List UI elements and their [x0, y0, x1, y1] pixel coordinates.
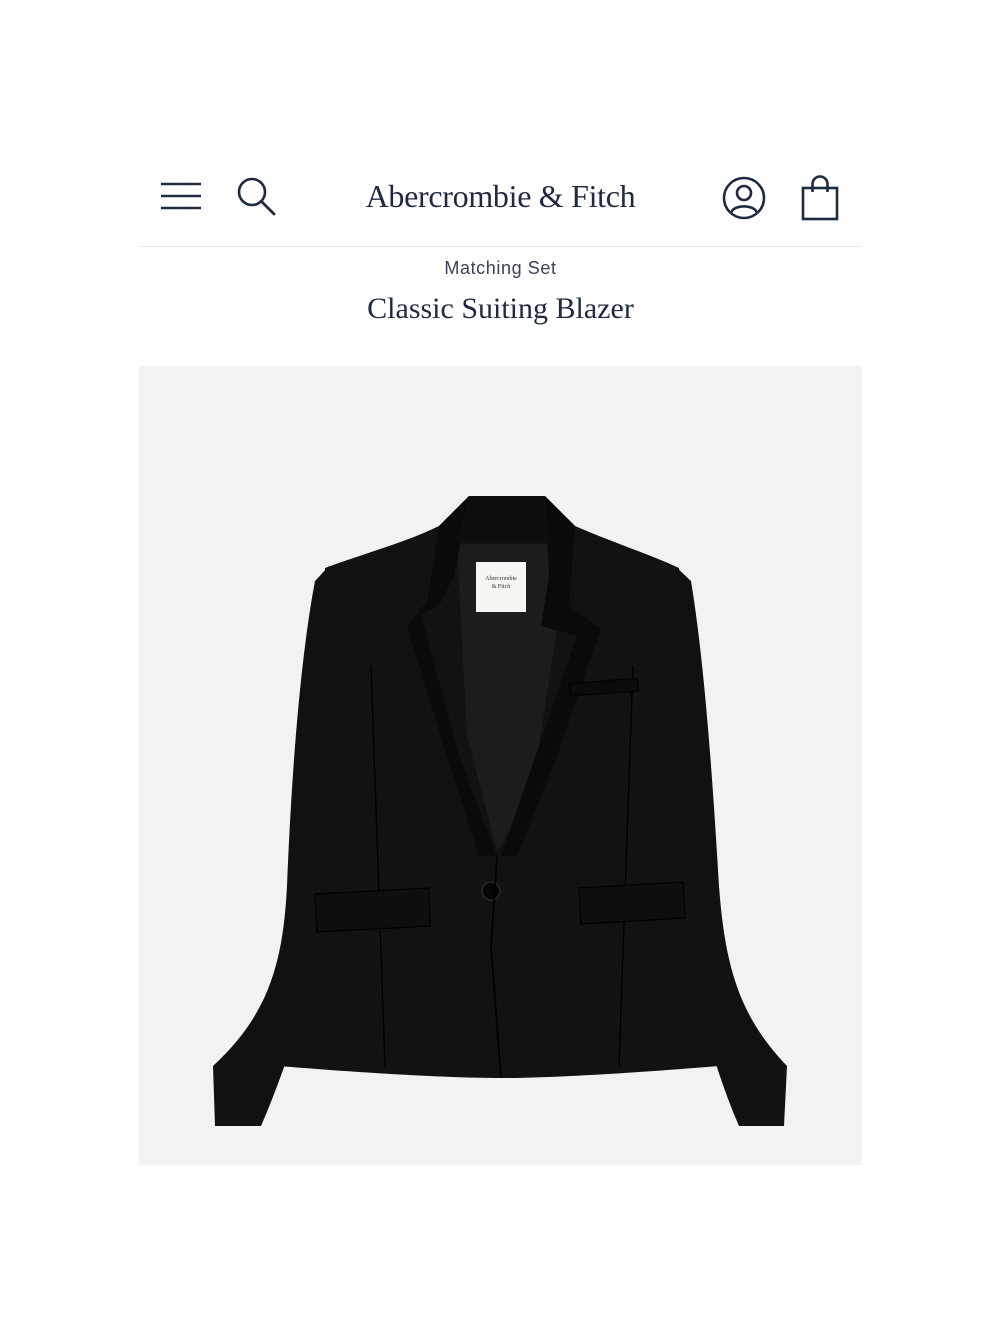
site-header: Abercrombie & Fitch — [139, 160, 862, 247]
product-title: Classic Suiting Blazer — [367, 292, 634, 325]
search-button[interactable] — [235, 175, 277, 217]
account-icon — [721, 175, 767, 221]
button — [481, 881, 501, 901]
brand-logo[interactable]: Abercrombie & Fitch — [309, 178, 692, 215]
shopping-bag-button[interactable] — [799, 174, 841, 222]
collection-label: Matching Set — [444, 258, 557, 278]
product-page: Abercrombie & Fitch Matching Set Classic… — [139, 160, 862, 1165]
left-pocket-flap — [314, 887, 431, 933]
shopping-bag-icon — [799, 174, 841, 222]
account-button[interactable] — [721, 175, 767, 221]
tag-text-line1: Abercrombie — [485, 576, 517, 582]
right-pocket-flap — [578, 881, 686, 925]
product-image[interactable]: Abercrombie & Fitch — [139, 366, 862, 1165]
screen: Abercrombie & Fitch Matching Set Classic… — [0, 0, 1000, 1333]
tag-text-line2: & Fitch — [492, 584, 511, 590]
collar — [457, 496, 549, 542]
hamburger-menu-icon — [159, 178, 203, 214]
menu-button[interactable] — [159, 178, 203, 214]
search-icon — [235, 175, 277, 217]
